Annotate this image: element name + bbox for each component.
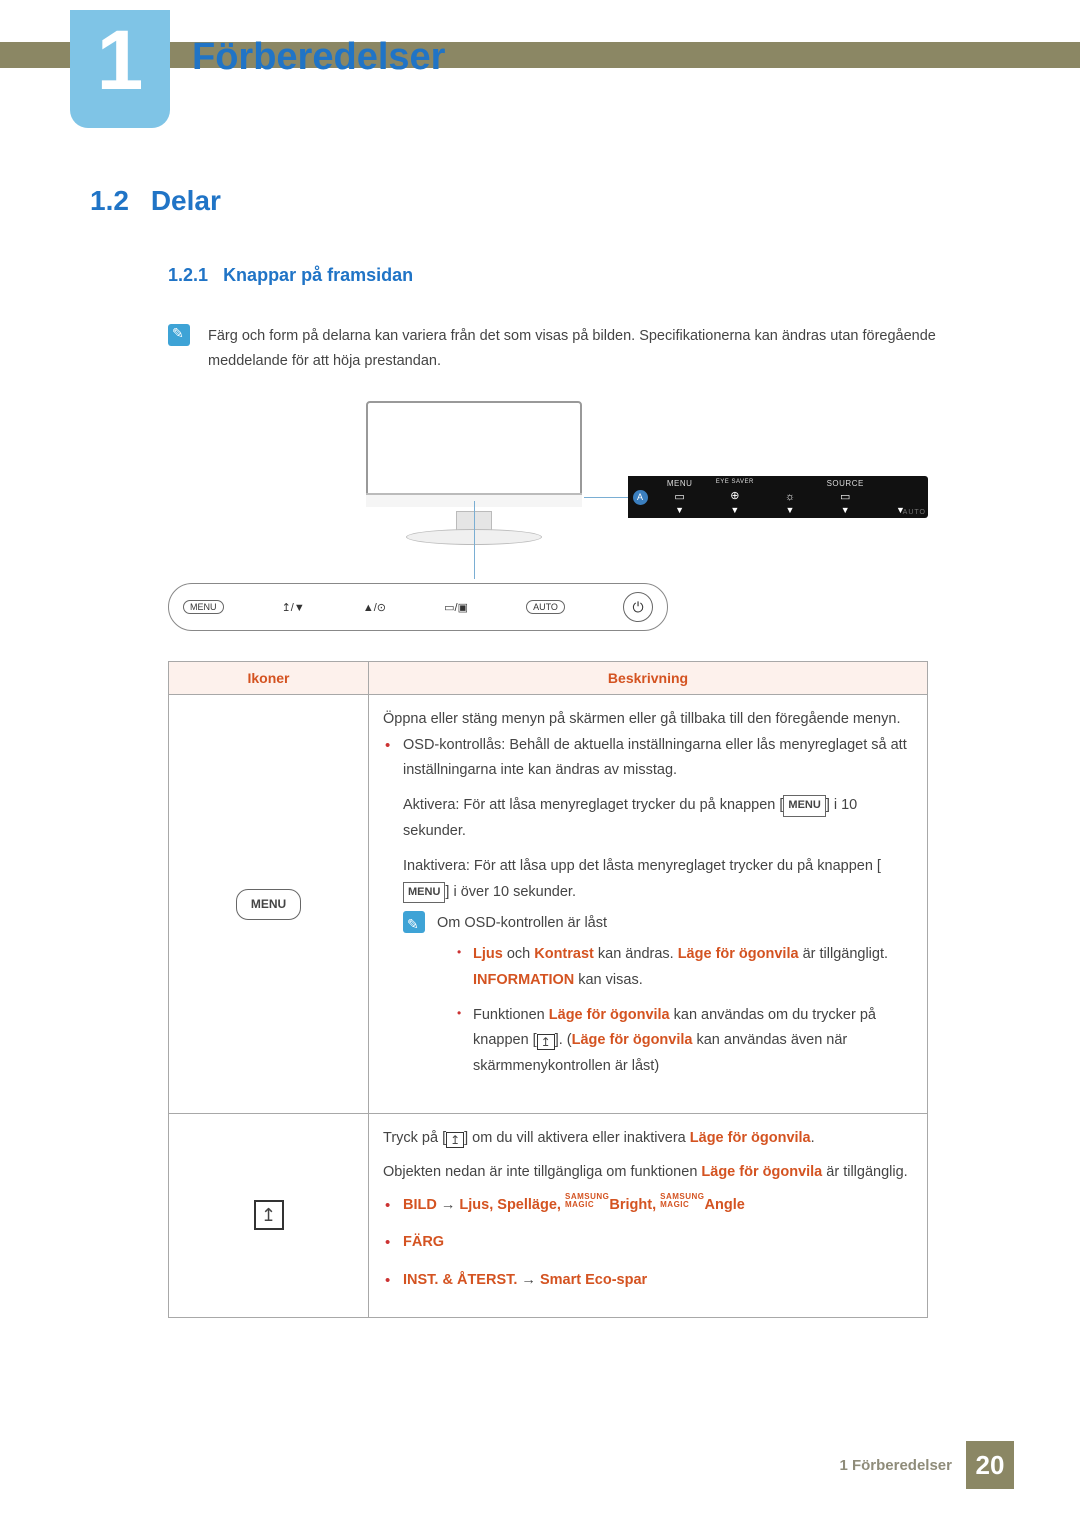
chapter-number-badge: 1 bbox=[70, 10, 170, 128]
list-item: BILD → Ljus, Spelläge, SAMSUNGMAGICBrigh… bbox=[403, 1193, 913, 1218]
osd-eyesaver-cell: EYE SAVER ⊕ ▼ bbox=[707, 476, 762, 518]
osd-source-cell: SOURCE ▭ ▼ bbox=[818, 476, 873, 518]
bar-power: ⏻ bbox=[623, 592, 653, 622]
footer-page-number: 20 bbox=[966, 1441, 1014, 1489]
section-heading: 1.2 Delar bbox=[90, 185, 1010, 217]
osd-auto-label: AUTO bbox=[903, 509, 926, 516]
table-row: ↥ Tryck på [↥] om du vill aktivera eller… bbox=[169, 1114, 928, 1318]
leader-line bbox=[584, 497, 628, 498]
desc-cell-menu: Öppna eller stäng menyn på skärmen eller… bbox=[369, 695, 928, 1114]
icon-cell-menu: MENU bbox=[169, 695, 369, 1114]
chapter-title: Förberedelser bbox=[192, 36, 445, 79]
th-icons: Ikoner bbox=[169, 662, 369, 695]
bar-eye: ↥/▼ bbox=[282, 601, 305, 614]
bar-menu: MENU bbox=[183, 600, 224, 614]
th-desc: Beskrivning bbox=[369, 662, 928, 695]
osd-zoom-panel: A MENU ▭ ▼ EYE SAVER ⊕ ▼ ☼ ▼ SOURCE ▭ ▼ bbox=[628, 476, 928, 518]
note-text: Färg och form på delarna kan variera frå… bbox=[208, 324, 1010, 373]
icon-cell-eyesaver: ↥ bbox=[169, 1114, 369, 1318]
bar-bright: ▲/⊙ bbox=[363, 601, 386, 614]
eye-saver-square-icon: ↥ bbox=[537, 1034, 555, 1050]
bar-auto: AUTO bbox=[526, 600, 565, 614]
list-item: FÄRG bbox=[403, 1230, 913, 1255]
bar-source: ▭/▣ bbox=[444, 601, 468, 614]
inline-menu-icon: MENU bbox=[403, 882, 445, 903]
eye-saver-square-icon: ↥ bbox=[446, 1132, 464, 1148]
list-item: Funktionen Läge för ögonvila kan använda… bbox=[473, 1003, 913, 1079]
leader-line-vert bbox=[474, 501, 475, 579]
note-icon bbox=[403, 911, 425, 933]
inline-menu-icon: MENU bbox=[783, 795, 825, 816]
footer-chapter-label: 1 Förberedelser bbox=[839, 1457, 952, 1474]
list-item: INST. & ÅTERST. → Smart Eco-spar bbox=[403, 1268, 913, 1293]
section-title: Delar bbox=[151, 185, 221, 217]
front-buttons-illustration: A MENU ▭ ▼ EYE SAVER ⊕ ▼ ☼ ▼ SOURCE ▭ ▼ bbox=[168, 401, 928, 631]
osd-bright-cell: ☼ ▼ bbox=[762, 476, 817, 518]
subsection-number: 1.2.1 bbox=[168, 265, 208, 285]
subsection-heading: 1.2.1 Knappar på framsidan bbox=[168, 265, 1010, 286]
osd-badge-a: A bbox=[633, 490, 648, 505]
menu-button-icon: MENU bbox=[236, 889, 301, 920]
list-item: OSD-kontrollås: Behåll de aktuella instä… bbox=[403, 733, 913, 1090]
table-row: MENU Öppna eller stäng menyn på skärmen … bbox=[169, 695, 928, 1114]
eye-saver-square-icon: ↥ bbox=[254, 1200, 284, 1230]
desc-cell-eyesaver: Tryck på [↥] om du vill aktivera eller i… bbox=[369, 1114, 928, 1318]
button-bar-illustration: MENU ↥/▼ ▲/⊙ ▭/▣ AUTO ⏻ bbox=[168, 583, 668, 631]
subsection-title: Knappar på framsidan bbox=[223, 265, 413, 285]
page-footer: 1 Förberedelser 20 bbox=[839, 1441, 1014, 1489]
icons-description-table: Ikoner Beskrivning MENU Öppna eller stän… bbox=[168, 661, 928, 1318]
osd-menu-cell: MENU ▭ ▼ bbox=[652, 476, 707, 518]
list-item: Ljus och Kontrast kan ändras. Läge för ö… bbox=[473, 942, 913, 993]
section-number: 1.2 bbox=[90, 185, 129, 217]
note-icon bbox=[168, 324, 190, 346]
